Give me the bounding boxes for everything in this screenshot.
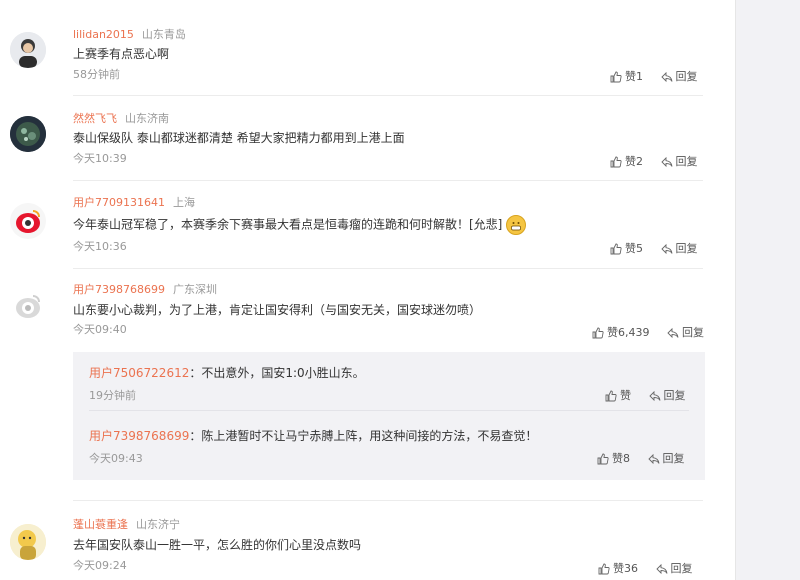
username[interactable]: 用户7398768699	[73, 283, 165, 296]
like-count: 赞36	[613, 562, 638, 575]
thumbs-up-icon	[598, 563, 610, 575]
username[interactable]: lilidan2015	[73, 28, 134, 41]
like-button[interactable]: 赞8	[597, 452, 630, 466]
comment-text: 上赛季有点恶心啊	[73, 47, 170, 61]
reply-time: 19分钟前	[89, 389, 136, 402]
reply-label: 回复	[662, 452, 685, 465]
like-count: 赞5	[625, 242, 643, 255]
reply-label: 回复	[663, 389, 686, 402]
like-count: 赞8	[612, 452, 630, 465]
reply-label: 回复	[675, 155, 698, 168]
location: 山东青岛	[141, 28, 186, 41]
reply-button[interactable]: 回复	[655, 562, 693, 576]
comment-text: 山东要小心裁判，为了上港，肯定让国安得利（与国安无关，国安球迷勿喷）	[73, 303, 482, 317]
avatar[interactable]	[10, 32, 46, 68]
comment-actions: 赞5 回复	[596, 242, 698, 259]
like-button[interactable]: 赞36	[598, 562, 638, 576]
reply-actions: 赞 回复	[591, 389, 686, 406]
like-button[interactable]: 赞6,439	[592, 326, 650, 340]
username[interactable]: 用户7709131641	[73, 196, 165, 209]
comment-meta: 用户7398768699 广东深圳	[73, 283, 217, 297]
comment-time: 今天10:39	[73, 152, 127, 165]
avatar[interactable]	[10, 116, 46, 152]
reply-content: ：不出意外，国安1:0小胜山东。	[189, 366, 365, 380]
comment-time: 今天10:36	[73, 240, 127, 253]
reply-time: 今天09:43	[89, 452, 143, 465]
reply-button[interactable]: 回复	[660, 242, 698, 256]
divider	[89, 410, 689, 411]
reply-button[interactable]: 回复	[647, 452, 685, 466]
thumbs-up-icon	[597, 453, 609, 465]
reply-label: 回复	[682, 326, 704, 339]
thumbs-up-icon	[592, 327, 604, 339]
comment-text-content: 今年泰山冠军稳了，本赛季余下赛事最大看点是恒毒瘤的连跪和何时解散！[允悲]	[73, 217, 503, 232]
avatar[interactable]	[10, 524, 46, 560]
reply-actions: 赞8 回复	[583, 452, 685, 469]
thumbs-up-icon	[610, 71, 622, 83]
reply-text: 用户7398768699：陈上港暂时不让马宁赤膊上阵，用这种间接的方法，不易查觉…	[89, 428, 537, 444]
comment-time: 今天09:24	[73, 559, 127, 572]
username[interactable]: 然然飞飞	[73, 112, 117, 125]
reply-content: ：陈上港暂时不让马宁赤膊上阵，用这种间接的方法，不易查觉！	[189, 429, 538, 443]
comment-text: 去年国安队泰山一胜一平，怎么胜的你们心里没点数吗	[73, 538, 362, 552]
comment-meta: 用户7709131641 上海	[73, 196, 195, 210]
like-button[interactable]: 赞1	[610, 70, 643, 84]
reply-button[interactable]: 回复	[660, 155, 698, 169]
reply-label: 回复	[675, 70, 698, 83]
divider	[73, 180, 703, 181]
comment-text: 今年泰山冠军稳了，本赛季余下赛事最大看点是恒毒瘤的连跪和何时解散！[允悲]	[73, 215, 527, 235]
reply-username[interactable]: 用户7398768699	[89, 429, 189, 443]
reply-icon	[660, 71, 672, 83]
location: 山东济南	[125, 112, 169, 125]
like-count: 赞2	[625, 155, 643, 168]
comment-actions: 赞6,439 回复	[578, 326, 704, 343]
comment-time: 今天09:40	[73, 323, 127, 336]
location: 广东深圳	[173, 283, 217, 296]
like-count: 赞1	[625, 70, 643, 83]
like-button[interactable]: 赞	[605, 389, 631, 403]
divider	[73, 95, 703, 96]
reply-button[interactable]: 回复	[648, 389, 686, 403]
reply-label: 回复	[670, 562, 693, 575]
location: 山东济宁	[136, 518, 180, 531]
divider	[73, 500, 703, 501]
reply-button[interactable]: 回复	[660, 70, 698, 84]
thumbs-up-icon	[605, 390, 617, 402]
divider	[73, 268, 703, 269]
comment-meta: lilidan2015 山东青岛	[73, 28, 186, 42]
avatar[interactable]	[10, 288, 46, 324]
comment-time: 58分钟前	[73, 68, 120, 81]
comment-actions: 赞2 回复	[596, 155, 698, 172]
grin-emoji-icon	[506, 215, 527, 235]
right-sidebar-strip	[735, 0, 800, 580]
reply-icon	[667, 327, 679, 339]
reply-icon	[660, 243, 672, 255]
reply-icon	[647, 453, 659, 465]
comment-actions: 赞36 回复	[584, 562, 693, 579]
username[interactable]: 蓬山蓑重逢	[73, 518, 128, 531]
like-button[interactable]: 赞2	[610, 155, 643, 169]
reply-icon	[660, 156, 672, 168]
reply-text: 用户7506722612：不出意外，国安1:0小胜山东。	[89, 365, 365, 381]
reply-label: 回复	[675, 242, 698, 255]
comment-actions: 赞1 回复	[596, 70, 698, 87]
reply-username[interactable]: 用户7506722612	[89, 366, 189, 380]
reply-thread: 用户7506722612：不出意外，国安1:0小胜山东。 19分钟前 赞 回复 …	[73, 352, 705, 480]
thumbs-up-icon	[610, 243, 622, 255]
like-button[interactable]: 赞5	[610, 242, 643, 256]
comment-meta: 蓬山蓑重逢 山东济宁	[73, 518, 180, 532]
comment-meta: 然然飞飞 山东济南	[73, 112, 169, 126]
like-count: 赞	[620, 389, 631, 402]
reply-icon	[655, 563, 667, 575]
comment-text: 泰山保级队 泰山都球迷都清楚 希望大家把精力都用到上港上面	[73, 131, 405, 145]
thumbs-up-icon	[610, 156, 622, 168]
location: 上海	[173, 196, 195, 209]
reply-icon	[648, 390, 660, 402]
avatar[interactable]	[10, 203, 46, 239]
like-count: 赞6,439	[607, 326, 650, 339]
reply-button[interactable]: 回复	[667, 326, 704, 340]
